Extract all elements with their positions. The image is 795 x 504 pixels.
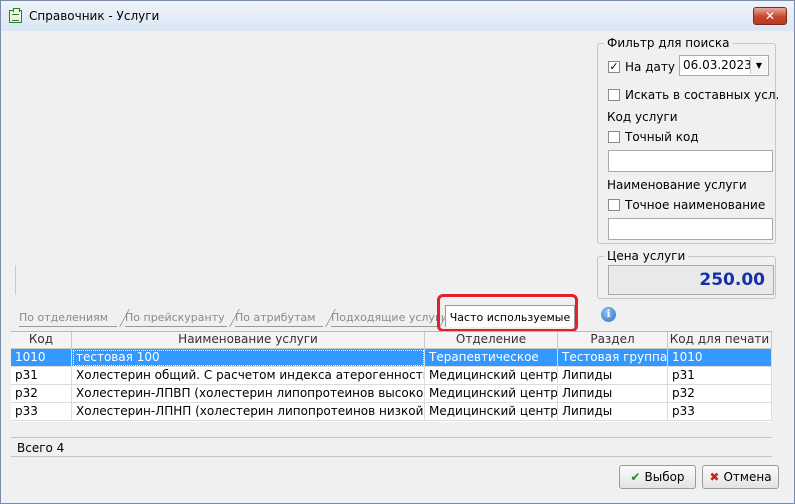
cell-code: p33: [11, 403, 72, 421]
price-value: 250.00: [608, 265, 774, 295]
cell-print-code: p33: [668, 403, 772, 421]
cell-department: Медицинский центр: [425, 367, 558, 385]
status-bar: Всего 4: [11, 437, 772, 457]
cell-section: Липиды: [558, 403, 668, 421]
date-combobox[interactable]: 06.03.2023 ▼: [679, 55, 769, 76]
cell-department: Терапевтическое: [425, 349, 558, 367]
cell-name: Холестерин-ЛПНП (холестерин липопротеино…: [72, 403, 425, 421]
tab-by-attributes[interactable]: По атрибутам: [235, 309, 323, 327]
date-value: 06.03.2023: [683, 58, 752, 72]
column-header-name[interactable]: Наименование услуги: [72, 332, 425, 348]
column-header-department[interactable]: Отделение: [425, 332, 558, 348]
cell-section: Тестовая группа: [558, 349, 668, 367]
on-date-checkbox[interactable]: ✓: [608, 61, 620, 73]
search-composite-checkbox[interactable]: [608, 89, 620, 101]
preview-area: [12, 34, 592, 295]
cell-section: Липиды: [558, 367, 668, 385]
tab-by-departments[interactable]: По отделениям: [19, 309, 117, 327]
tab-suitable-services[interactable]: Подходящие услуги: [331, 309, 448, 327]
cell-print-code: 1010: [668, 349, 772, 367]
table-row[interactable]: p32 Холестерин-ЛПВП (холестерин липопрот…: [11, 385, 772, 403]
code-section-label: Код услуги: [607, 110, 678, 124]
info-icon[interactable]: i: [601, 307, 616, 322]
column-header-code[interactable]: Код: [11, 332, 72, 348]
cell-code: p32: [11, 385, 72, 403]
total-count: Всего 4: [17, 441, 65, 455]
tab-highlight-frame: [437, 294, 578, 332]
filter-legend: Фильтр для поиска: [604, 36, 733, 50]
table-row[interactable]: p33 Холестерин-ЛПНП (холестерин липопрот…: [11, 403, 772, 421]
cell-name: Холестерин общий. С расчетом индекса ате…: [72, 367, 425, 385]
exact-name-checkbox[interactable]: [608, 199, 620, 211]
dialog-body: Фильтр для поиска ✓ На дату 06.03.2023 ▼…: [9, 31, 785, 495]
name-section-label: Наименование услуги: [607, 178, 747, 192]
cell-department: Медицинский центр: [425, 403, 558, 421]
table-header: Код Наименование услуги Отделение Раздел…: [11, 332, 772, 349]
cell-department: Медицинский центр: [425, 385, 558, 403]
price-legend: Цена услуги: [604, 249, 689, 263]
select-button-label: Выбор: [644, 470, 685, 484]
title-bar[interactable]: Справочник - Услуги ✕: [1, 1, 794, 31]
divider: [15, 265, 16, 295]
on-date-label: На дату: [625, 60, 675, 74]
exact-name-label: Точное наименование: [625, 198, 766, 212]
exact-code-label: Точный код: [625, 130, 699, 144]
cell-print-code: p32: [668, 385, 772, 403]
window-title: Справочник - Услуги: [29, 9, 160, 23]
cell-name: тестовая 100: [72, 349, 425, 367]
cancel-button-label: Отмена: [723, 470, 772, 484]
tab-by-price-list[interactable]: По прейскуранту: [125, 309, 227, 327]
clipboard-icon: [9, 8, 22, 23]
services-table: Код Наименование услуги Отделение Раздел…: [11, 331, 772, 422]
table-row[interactable]: 1010 тестовая 100 Терапевтическое Тестов…: [11, 349, 772, 367]
dialog-window: Справочник - Услуги ✕ Фильтр для поиска …: [0, 0, 795, 504]
search-composite-label: Искать в составных усл.: [625, 88, 780, 102]
code-input[interactable]: [608, 150, 773, 172]
cell-code: 1010: [11, 349, 72, 367]
cell-section: Липиды: [558, 385, 668, 403]
name-input[interactable]: [608, 218, 773, 240]
column-header-section[interactable]: Раздел: [558, 332, 668, 348]
exact-code-checkbox[interactable]: [608, 131, 620, 143]
close-icon: ✖: [709, 470, 720, 484]
cancel-button[interactable]: ✖ Отмена: [702, 465, 779, 489]
check-icon: ✔: [630, 470, 641, 484]
cell-code: p31: [11, 367, 72, 385]
cell-print-code: p31: [668, 367, 772, 385]
cell-name: Холестерин-ЛПВП (холестерин липопротеино…: [72, 385, 425, 403]
chevron-down-icon[interactable]: ▼: [750, 57, 767, 74]
filter-group: Фильтр для поиска ✓ На дату 06.03.2023 ▼…: [597, 36, 780, 244]
select-button[interactable]: ✔ Выбор: [619, 465, 696, 489]
table-row[interactable]: p31 Холестерин общий. С расчетом индекса…: [11, 367, 772, 385]
close-button[interactable]: ✕: [753, 7, 787, 25]
column-header-print-code[interactable]: Код для печати: [668, 332, 772, 348]
